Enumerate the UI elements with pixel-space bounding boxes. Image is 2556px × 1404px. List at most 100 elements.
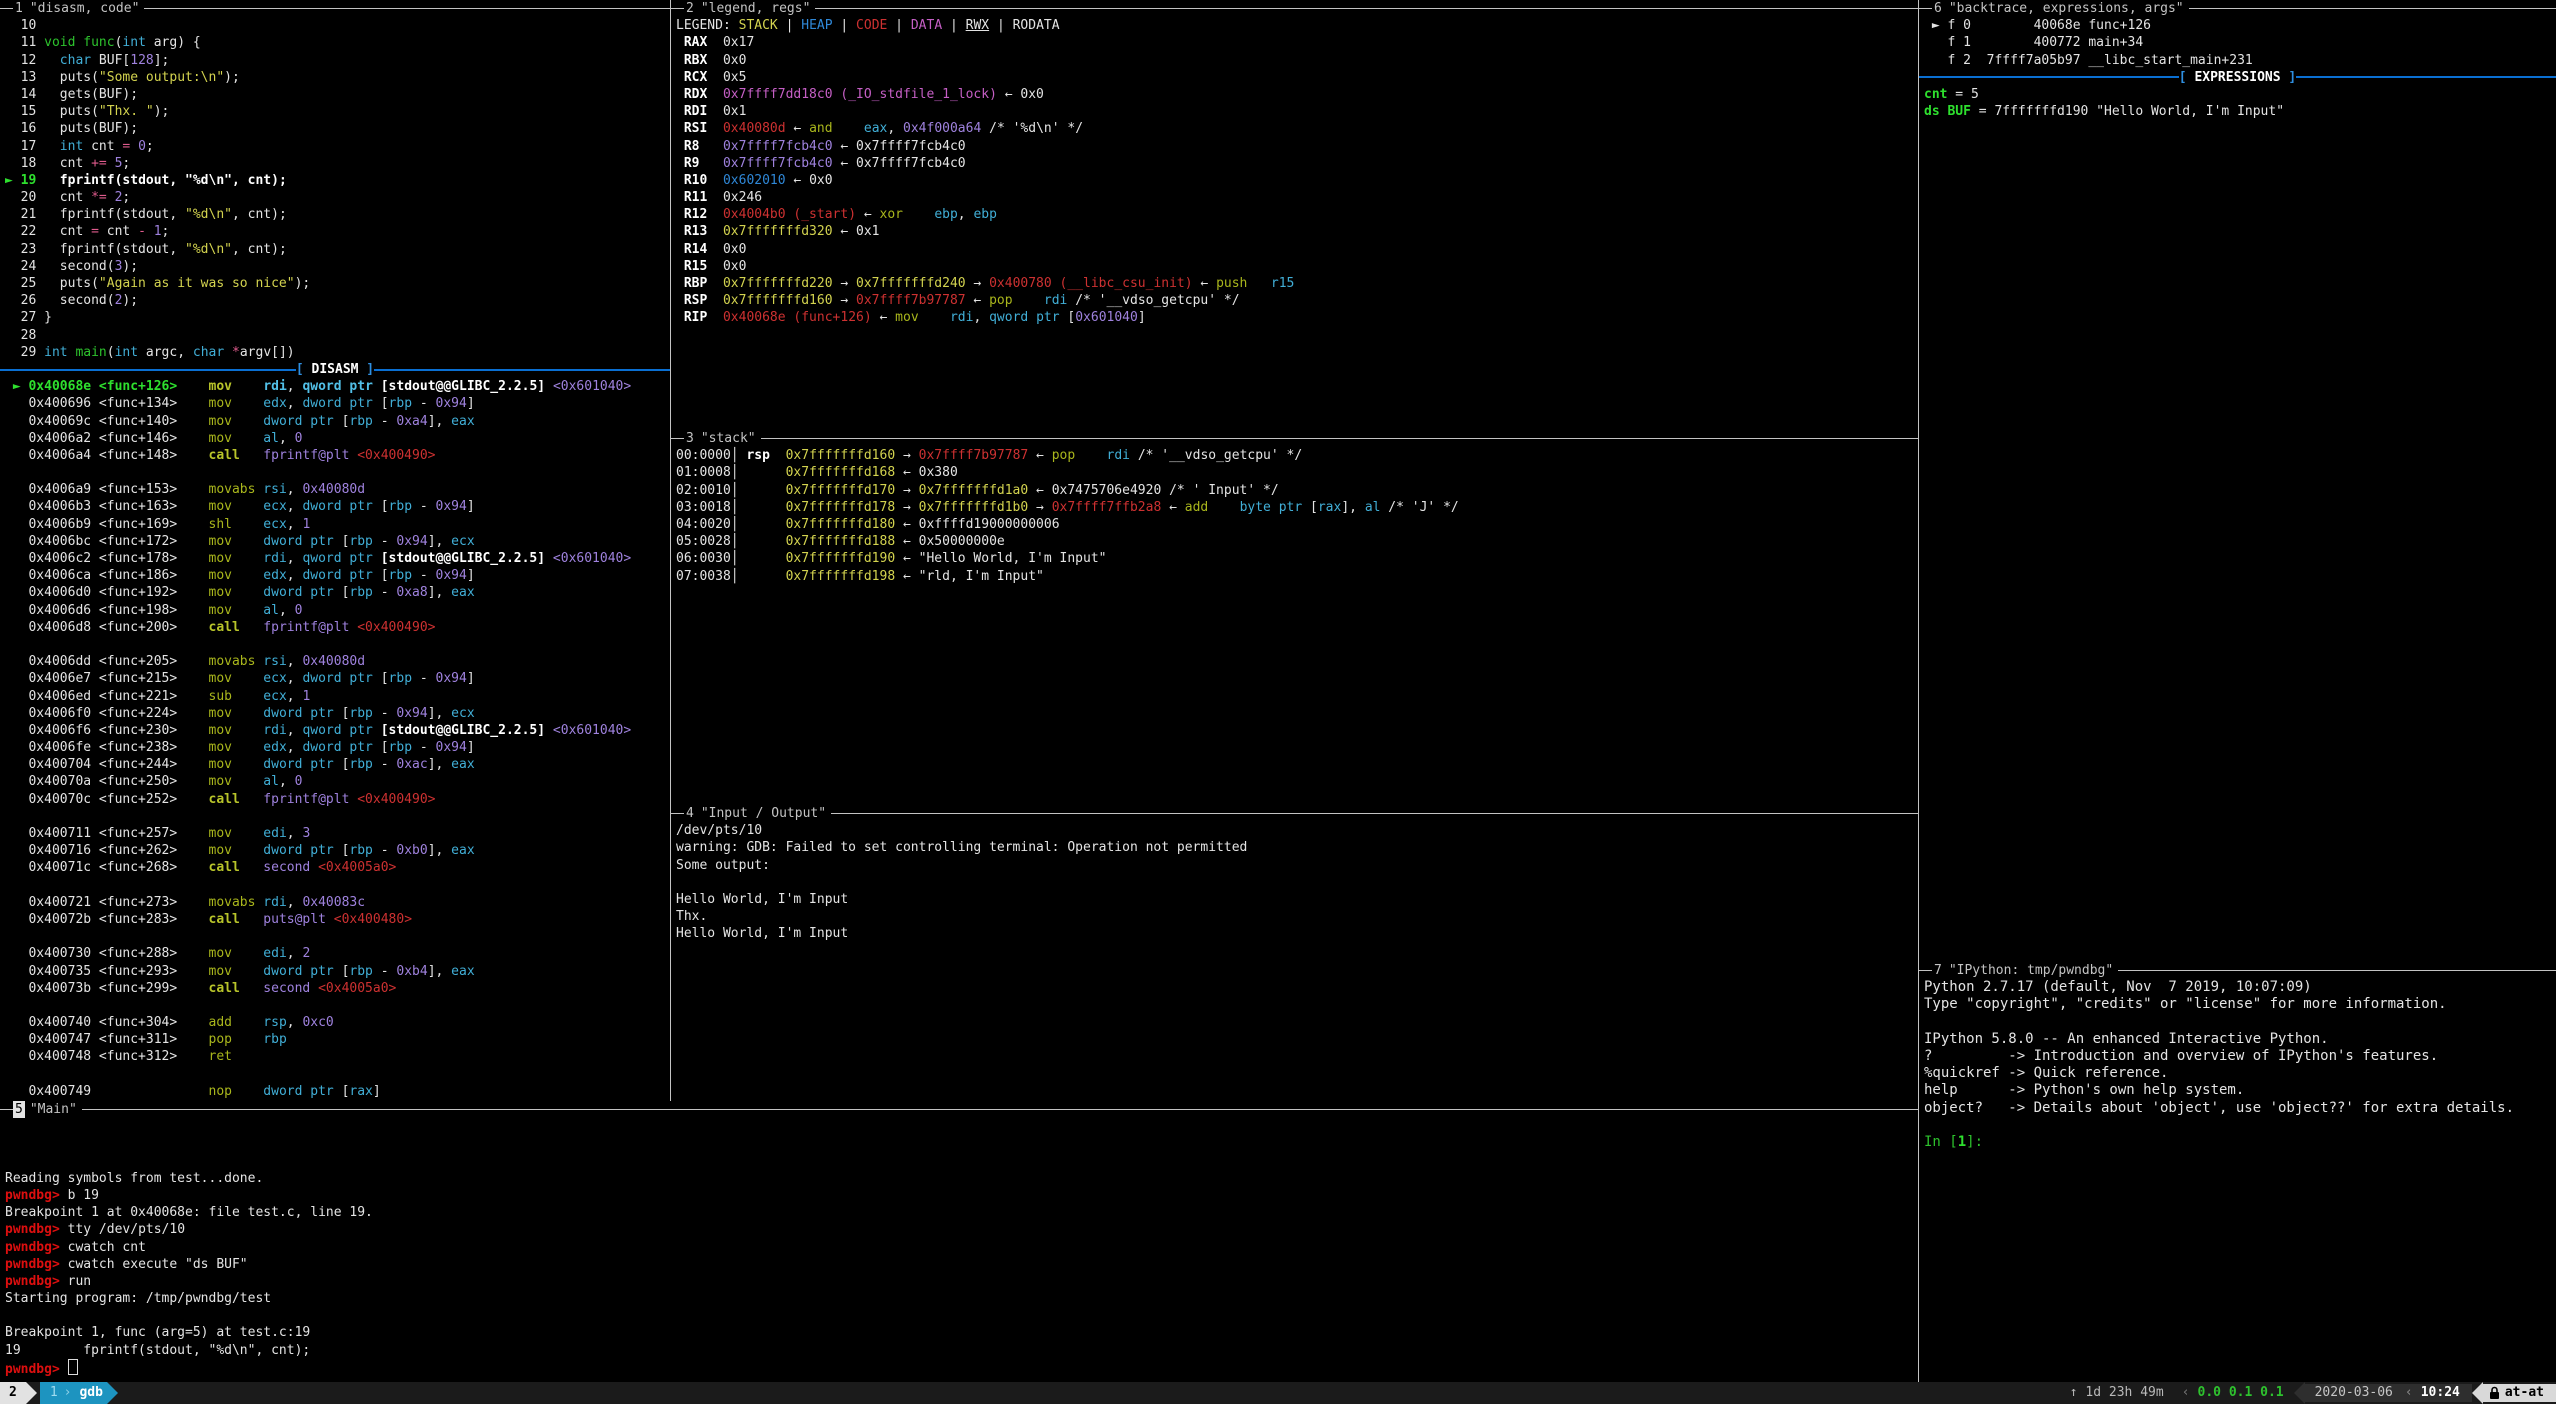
terminal-line: 0x4006e7 <func+215> mov ecx, dword ptr […: [5, 670, 670, 687]
terminal-line: pwndbg> b 19: [5, 1187, 1918, 1204]
pane-ipython[interactable]: 7"IPython: tmp/pwndbg" Python 2.7.17 (de…: [1919, 962, 2556, 1382]
terminal-line: RSI 0x40080d ← and eax, 0x4f000a64 /* '%…: [676, 120, 1918, 137]
terminal-line: 0x4006a4 <func+148> call fprintf@plt <0x…: [5, 447, 670, 464]
disasm-separator: [ DISASM ]: [0, 361, 670, 378]
terminal-line: 17 int cnt = 0;: [5, 138, 670, 155]
terminal-line: 0x400747 <func+311> pop rbp: [5, 1031, 670, 1048]
separator-line: [374, 369, 670, 371]
border-line: [0, 8, 13, 9]
pane-title-disasm-code: 1"disasm, code": [0, 0, 670, 17]
terminal-line: %quickref -> Quick reference.: [1924, 1065, 2556, 1082]
terminal-line: 24 second(3);: [5, 258, 670, 275]
terminal-line: 14 gets(BUF);: [5, 86, 670, 103]
terminal-line: 0x400716 <func+262> mov dword ptr [rbp -…: [5, 842, 670, 859]
separator-line: [2296, 76, 2556, 78]
terminal-line: pwndbg> cwatch cnt: [5, 1239, 1918, 1256]
terminal-line: [5, 808, 670, 825]
terminal-line: cnt = 5: [1924, 86, 2556, 103]
terminal-line: warning: GDB: Failed to set controlling …: [676, 839, 1918, 856]
pane-stack[interactable]: 3"stack" 00:0000│ rsp 0x7fffffffd160 → 0…: [671, 430, 1918, 805]
terminal-line: 13 puts("Some output:\n");: [5, 69, 670, 86]
terminal-line: 0x4006fe <func+238> mov edx, dword ptr […: [5, 739, 670, 756]
pane-title-text: "legend, regs": [701, 0, 811, 17]
terminal-line: 12 char BUF[128];: [5, 52, 670, 69]
powerline-arrow: [2472, 1382, 2483, 1404]
terminal-line: ds BUF = 7fffffffd190 "Hello World, I'm …: [1924, 103, 2556, 120]
terminal-line: [5, 1118, 1918, 1135]
terminal-line: 11 void func(int arg) {: [5, 34, 670, 51]
separator-line: [0, 369, 296, 371]
pane-legend-regs[interactable]: 2"legend, regs" LEGEND: STACK | HEAP | C…: [671, 0, 1918, 430]
powerline-arrow: [107, 1382, 118, 1404]
terminal-line: 0x4006f0 <func+224> mov dword ptr [rbp -…: [5, 705, 670, 722]
border-line: [2189, 8, 2556, 9]
terminal-line: f 1 400772 main+34: [1924, 34, 2556, 51]
terminal-line: [5, 997, 670, 1014]
terminal-line: 18 cnt += 5;: [5, 155, 670, 172]
terminal-line: 0x40072b <func+283> call puts@plt <0x400…: [5, 911, 670, 928]
terminal-line: Some output:: [676, 857, 1918, 874]
pane-main-console[interactable]: 5"Main" Reading symbols from test...done…: [0, 1101, 1918, 1382]
terminal-line: RBP 0x7fffffffd220 → 0x7fffffffd240 → 0x…: [676, 275, 1918, 292]
uptime-icon: ↑: [2056, 1384, 2086, 1401]
terminal-line: 16 puts(BUF);: [5, 120, 670, 137]
terminal-line: 29 int main(int argc, char *argv[]): [5, 344, 670, 361]
pane-disasm-code[interactable]: 1"disasm, code" 10 11 void func(int arg)…: [0, 0, 670, 1101]
terminal-line: R12 0x4004b0 (_start) ← xor ebp, ebp: [676, 206, 1918, 223]
terminal-line: 22 cnt = cnt - 1;: [5, 223, 670, 240]
terminal-line: Hello World, I'm Input: [676, 891, 1918, 908]
terminal-line: ► 0x40068e <func+126> mov rdi, qword ptr…: [5, 378, 670, 395]
gdb-console[interactable]: Reading symbols from test...done.pwndbg>…: [0, 1118, 1918, 1376]
registers-listing: LEGEND: STACK | HEAP | CODE | DATA | RWX…: [671, 17, 1918, 326]
stack-listing: 00:0000│ rsp 0x7fffffffd160 → 0x7ffff7b9…: [671, 447, 1918, 585]
status-right: ↑ 1d 23h 49m ‹ 0.0 0.1 0.1 2020-03-06 ‹ …: [2056, 1382, 2556, 1404]
terminal-line: [5, 1135, 1918, 1152]
window-name: gdb: [79, 1384, 102, 1401]
pane-title-legend-regs: 2"legend, regs": [671, 0, 1918, 17]
load-average: 0.0 0.1 0.1: [2198, 1384, 2294, 1401]
terminal-line: 0x4006f6 <func+230> mov rdi, qword ptr […: [5, 722, 670, 739]
pane-title-stack: 3"stack": [671, 430, 1918, 447]
hostname: at-at: [2505, 1384, 2544, 1401]
terminal-line: 26 second(2);: [5, 292, 670, 309]
terminal-line: 0x40070a <func+250> mov al, 0: [5, 773, 670, 790]
terminal-line: Type "copyright", "credits" or "license"…: [1924, 996, 2556, 1013]
session-name[interactable]: 2: [0, 1382, 26, 1404]
program-output: /dev/pts/10warning: GDB: Failed to set c…: [671, 822, 1918, 942]
pane-title-text: "stack": [701, 430, 756, 447]
window-tab-gdb[interactable]: 1 › gdb: [40, 1382, 107, 1404]
tmux-status-bar: 2 1 › gdb ↑ 1d 23h 49m ‹ 0.0 0.1 0.1 202…: [0, 1382, 2556, 1404]
terminal-line: [5, 1066, 670, 1083]
terminal-line: 0x40071c <func+268> call second <0x4005a…: [5, 859, 670, 876]
ipython-console[interactable]: Python 2.7.17 (default, Nov 7 2019, 10:0…: [1919, 979, 2556, 1151]
terminal-line: RDI 0x1: [676, 103, 1918, 120]
terminal-line: R14 0x0: [676, 241, 1918, 258]
separator-line: [1919, 76, 2179, 78]
terminal-line: 0x4006c2 <func+178> mov rdi, qword ptr […: [5, 550, 670, 567]
terminal-line: 27 }: [5, 309, 670, 326]
terminal-line: 10: [5, 17, 670, 34]
border-line: [671, 438, 684, 439]
pane-title-backtrace: 6"backtrace, expressions, args": [1919, 0, 2556, 17]
terminal-line: Starting program: /tmp/pwndbg/test: [5, 1290, 1918, 1307]
pane-border-vertical-left[interactable]: [670, 0, 671, 1101]
tmux-session: 1"disasm, code" 10 11 void func(int arg)…: [0, 0, 2556, 1404]
source-code-listing: 10 11 void func(int arg) { 12 char BUF[1…: [0, 17, 670, 361]
terminal-line: 0x40069c <func+140> mov dword ptr [rbp -…: [5, 413, 670, 430]
terminal-line: ► 19 fprintf(stdout, "%d\n", cnt);: [5, 172, 670, 189]
pane-title-text: "disasm, code": [30, 0, 140, 17]
border-line: [2118, 970, 2556, 971]
separator-bracket: ]: [2281, 69, 2297, 86]
pane-backtrace[interactable]: 6"backtrace, expressions, args" ► f 0 40…: [1919, 0, 2556, 962]
terminal-line: 19 fprintf(stdout, "%d\n", cnt);: [5, 1342, 1918, 1359]
terminal-line: f 2 7ffff7a05b97 __libc_start_main+231: [1924, 52, 2556, 69]
terminal-line: R8 0x7ffff7fcb4c0 ← 0x7ffff7fcb4c0: [676, 138, 1918, 155]
terminal-line: Breakpoint 1 at 0x40068e: file test.c, l…: [5, 1204, 1918, 1221]
pane-border-vertical-right[interactable]: [1918, 0, 1919, 1382]
lock-icon: [2489, 1386, 2505, 1400]
pane-input-output[interactable]: 4"Input / Output" /dev/pts/10warning: GD…: [671, 805, 1918, 1101]
terminal-line: 0x400721 <func+273> movabs rdi, 0x40083c: [5, 894, 670, 911]
terminal-line: 00:0000│ rsp 0x7fffffffd160 → 0x7ffff7b9…: [676, 447, 1918, 464]
terminal-line: /dev/pts/10: [676, 822, 1918, 839]
terminal-line: [5, 636, 670, 653]
